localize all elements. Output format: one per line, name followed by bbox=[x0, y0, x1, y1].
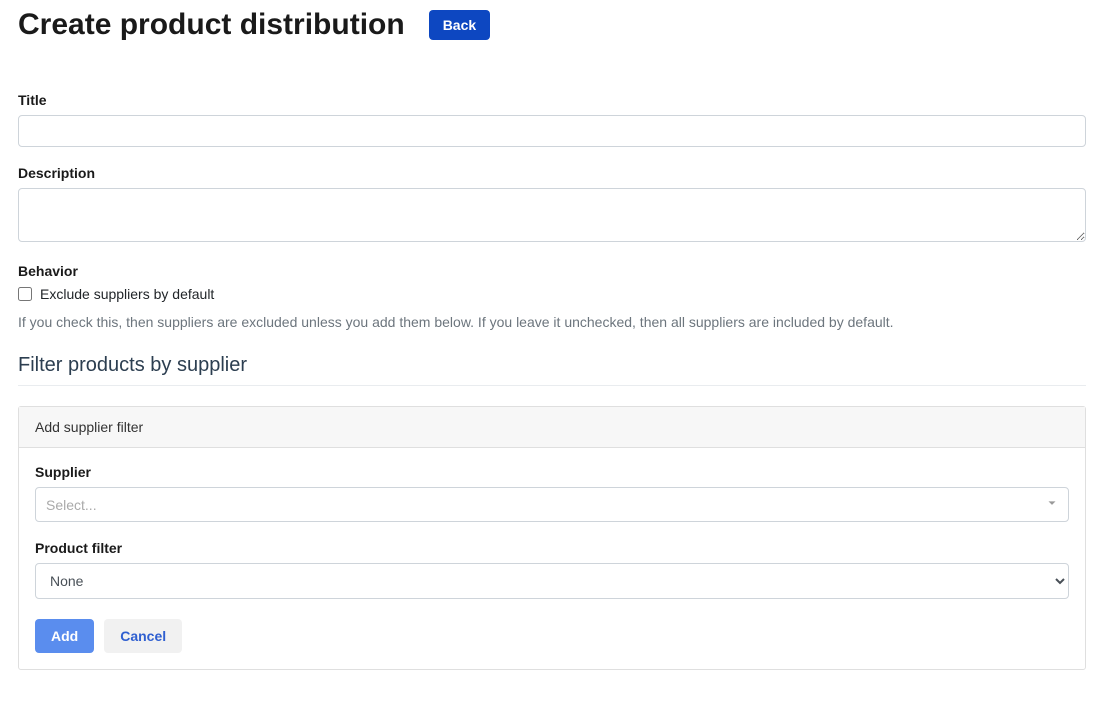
back-button[interactable]: Back bbox=[429, 10, 490, 40]
supplier-label: Supplier bbox=[35, 464, 1069, 480]
title-input[interactable] bbox=[18, 115, 1086, 147]
product-filter-select[interactable]: None bbox=[35, 563, 1069, 599]
supplier-select[interactable]: Select... bbox=[35, 487, 1069, 522]
behavior-label: Behavior bbox=[18, 263, 1086, 279]
product-filter-label: Product filter bbox=[35, 540, 1069, 556]
title-label: Title bbox=[18, 92, 1086, 108]
card-header: Add supplier filter bbox=[19, 407, 1085, 448]
filter-section-heading: Filter products by supplier bbox=[18, 354, 1086, 386]
exclude-suppliers-checkbox-label: Exclude suppliers by default bbox=[40, 286, 214, 302]
page-title: Create product distribution bbox=[18, 8, 405, 42]
add-button[interactable]: Add bbox=[35, 619, 94, 653]
behavior-help-text: If you check this, then suppliers are ex… bbox=[18, 314, 1086, 330]
description-textarea[interactable] bbox=[18, 188, 1086, 242]
add-supplier-filter-card: Add supplier filter Supplier Select... P… bbox=[18, 406, 1086, 670]
description-label: Description bbox=[18, 165, 1086, 181]
exclude-suppliers-checkbox[interactable] bbox=[18, 287, 32, 301]
cancel-button[interactable]: Cancel bbox=[104, 619, 182, 653]
